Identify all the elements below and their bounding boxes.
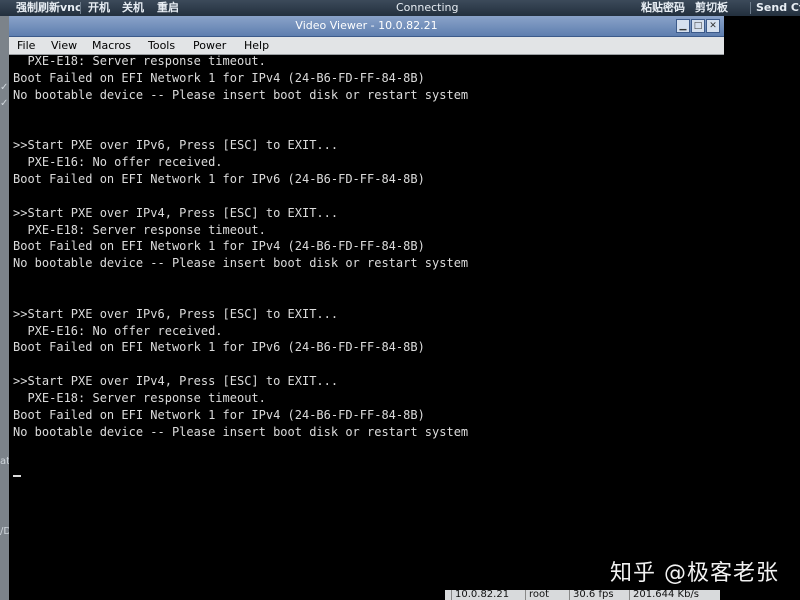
toolbar-divider [750, 2, 751, 14]
background-window-edge: ✓ ✓ ate /D [0, 16, 9, 600]
console-line: Boot Failed on EFI Network 1 for IPv4 (2… [13, 71, 425, 85]
watermark: 知乎 @极客老张 [610, 561, 779, 586]
maximize-icon[interactable]: □ [691, 19, 705, 33]
window-title: Video Viewer - 10.0.82.21 [295, 19, 438, 32]
window-titlebar[interactable]: Video Viewer - 10.0.82.21 ▁ □ ✕ [9, 16, 724, 37]
status-ip: 10.0.82.21 [451, 590, 509, 600]
menu-tools[interactable]: Tools [148, 37, 175, 54]
console-line: PXE-E16: No offer received. [13, 324, 223, 338]
console-line: PXE-E18: Server response timeout. [13, 223, 266, 237]
close-icon[interactable]: ✕ [706, 19, 720, 33]
console-line: PXE-E16: No offer received. [13, 155, 223, 169]
console-line: No bootable device -- Please insert boot… [13, 425, 469, 439]
video-viewer-window: Video Viewer - 10.0.82.21 ▁ □ ✕ File Vie… [9, 16, 724, 600]
force-refresh-button[interactable]: 强制刷新vnc [16, 0, 82, 16]
console-line: >>Start PXE over IPv4, Press [ESC] to EX… [13, 206, 339, 220]
status-bitrate: 201.644 Kb/s [629, 590, 699, 600]
power-off-button[interactable]: 关机 [122, 0, 144, 16]
minimize-icon[interactable]: ▁ [676, 19, 690, 33]
background-fragment: ✓ [0, 82, 9, 93]
toolbar-divider [80, 2, 81, 14]
menu-file[interactable]: File [17, 37, 35, 54]
power-on-button[interactable]: 开机 [88, 0, 110, 16]
send-ctrl-alt-del-button[interactable]: Send Ctr [756, 0, 800, 16]
status-user: root [525, 590, 549, 600]
vnc-toolbar: 强制刷新vnc 开机 关机 重启 Connecting 粘贴密码 剪切板 Sen… [0, 0, 800, 16]
text-cursor [13, 475, 21, 477]
menu-power[interactable]: Power [193, 37, 226, 54]
console-line: No bootable device -- Please insert boot… [13, 88, 469, 102]
connection-status: Connecting [396, 1, 459, 14]
clipboard-button[interactable]: 剪切板 [695, 0, 728, 16]
console-line: >>Start PXE over IPv6, Press [ESC] to EX… [13, 307, 339, 321]
console-line: PXE-E18: Server response timeout. [13, 55, 266, 68]
restart-button[interactable]: 重启 [157, 0, 179, 16]
menu-bar: File View Macros Tools Power Help [9, 37, 724, 55]
background-fragment: ate [0, 456, 9, 467]
background-fragment: /D [0, 526, 9, 537]
console-line: PXE-E18: Server response timeout. [13, 391, 266, 405]
console-line: Boot Failed on EFI Network 1 for IPv4 (2… [13, 239, 425, 253]
status-bar: 10.0.82.21 root 30.6 fps 201.644 Kb/s [445, 590, 720, 600]
background-fragment: ✓ [0, 98, 9, 109]
menu-help[interactable]: Help [244, 37, 269, 54]
status-fps: 30.6 fps [569, 590, 614, 600]
menu-view[interactable]: View [51, 37, 77, 54]
console-line: Boot Failed on EFI Network 1 for IPv6 (2… [13, 172, 425, 186]
menu-macros[interactable]: Macros [92, 37, 131, 54]
console-line: >>Start PXE over IPv6, Press [ESC] to EX… [13, 138, 339, 152]
console-line: Boot Failed on EFI Network 1 for IPv6 (2… [13, 340, 425, 354]
paste-password-button[interactable]: 粘贴密码 [641, 0, 685, 16]
console-line: Boot Failed on EFI Network 1 for IPv4 (2… [13, 408, 425, 422]
console-line: >>Start PXE over IPv4, Press [ESC] to EX… [13, 374, 339, 388]
remote-screen-margin [724, 16, 800, 600]
remote-console-screen[interactable]: PXE-E18: Server response timeout. Boot Fa… [9, 55, 724, 600]
console-line: No bootable device -- Please insert boot… [13, 256, 469, 270]
